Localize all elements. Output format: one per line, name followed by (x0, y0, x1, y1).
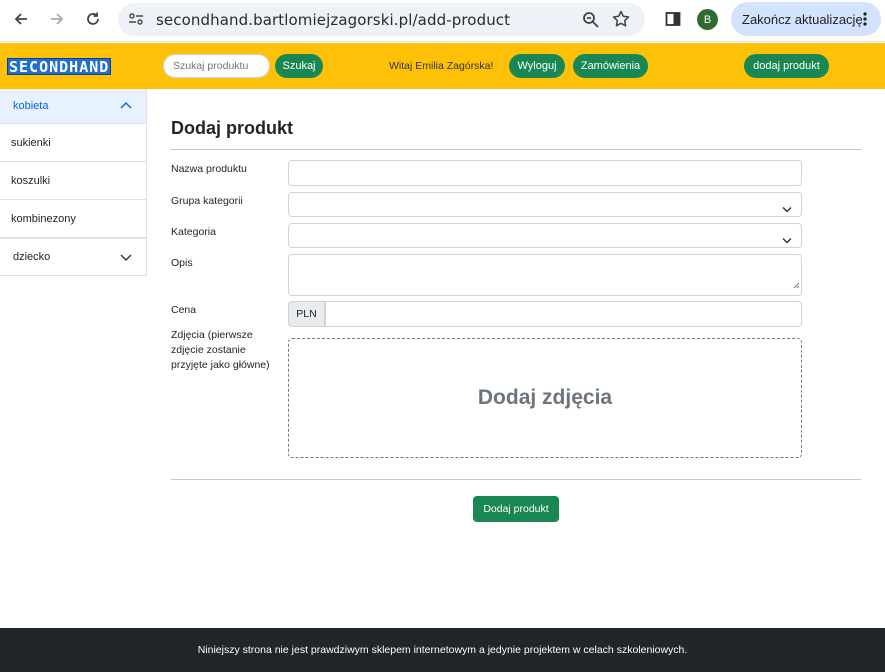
sidebar-item-koszulki[interactable]: koszulki (0, 162, 146, 200)
side-panel-icon[interactable] (661, 7, 685, 31)
category-label: Kategoria (171, 226, 216, 238)
chevron-up-icon (120, 100, 132, 112)
search-input[interactable] (163, 54, 270, 78)
url-text: secondhand.bartlomiejzagorski.pl/add-pro… (156, 11, 511, 29)
price-label: Cena (171, 304, 197, 316)
name-label: Nazwa produktu (171, 163, 247, 175)
group-label: Grupa kategorii (171, 195, 243, 207)
footer-text: Niniejszy strona nie jest prawdziwym skl… (197, 644, 688, 656)
page-title: Dodaj produkt (171, 118, 293, 138)
resize-handle-icon[interactable] (792, 276, 800, 294)
photo-dropzone[interactable]: Dodaj zdjęcia (288, 338, 802, 458)
sidebar-item-sukienki[interactable]: sukienki (0, 124, 146, 162)
dropzone-label: Dodaj zdjęcia (477, 386, 613, 409)
add-product-nav-button[interactable]: dodaj produkt (744, 54, 829, 78)
site-header: SECONDHAND Szukaj Witaj Emilia Zagórska!… (0, 43, 885, 89)
category-group-select[interactable] (288, 192, 802, 217)
back-icon[interactable] (9, 7, 33, 31)
forward-icon[interactable] (45, 7, 69, 31)
accordion-label: kobieta (13, 100, 49, 112)
address-bar[interactable]: secondhand.bartlomiejzagorski.pl/add-pro… (118, 3, 645, 36)
search-button[interactable]: Szukaj (275, 54, 323, 78)
sidebar-item-kombinezony[interactable]: kombinezony (0, 200, 146, 238)
accordion-label: dziecko (13, 251, 51, 263)
chevron-down-icon (782, 231, 792, 249)
bookmark-star-icon[interactable] (612, 10, 630, 33)
zoom-icon[interactable] (582, 11, 599, 33)
welcome-text: Witaj Emilia Zagórska! (389, 60, 494, 72)
divider (171, 479, 861, 480)
logout-button[interactable]: Wyloguj (509, 54, 565, 78)
site-settings-icon[interactable] (128, 12, 144, 31)
description-label: Opis (171, 257, 193, 269)
description-textarea[interactable] (288, 254, 802, 296)
menu-dots-icon[interactable] (863, 12, 867, 29)
update-button[interactable]: Zakończ aktualizację (731, 2, 881, 36)
update-label: Zakończ aktualizację (742, 11, 863, 27)
submit-button[interactable]: Dodaj produkt (473, 496, 559, 522)
category-select[interactable] (288, 223, 802, 248)
currency-addon: PLN (288, 301, 325, 327)
site-footer: Niniejszy strona nie jest prawdziwym skl… (0, 628, 885, 672)
chevron-down-icon (782, 200, 792, 218)
chevron-down-icon (120, 253, 132, 265)
photos-label: Zdjęcia (pierwsze zdjęcie zostanie przyj… (171, 329, 270, 371)
profile-avatar[interactable]: B (697, 9, 718, 30)
browser-toolbar: secondhand.bartlomiejzagorski.pl/add-pro… (0, 0, 885, 42)
site-logo[interactable]: SECONDHAND (7, 58, 112, 76)
accordion-header-kobieta[interactable]: kobieta (0, 89, 146, 124)
divider (171, 149, 861, 150)
accordion-header-dziecko[interactable]: dziecko (0, 238, 146, 276)
orders-button[interactable]: Zamówienia (573, 54, 648, 78)
reload-icon[interactable] (81, 7, 105, 31)
category-sidebar: kobieta sukienki koszulki kombinezony dz… (0, 89, 147, 276)
product-name-input[interactable] (288, 160, 802, 186)
price-input[interactable] (325, 301, 802, 327)
